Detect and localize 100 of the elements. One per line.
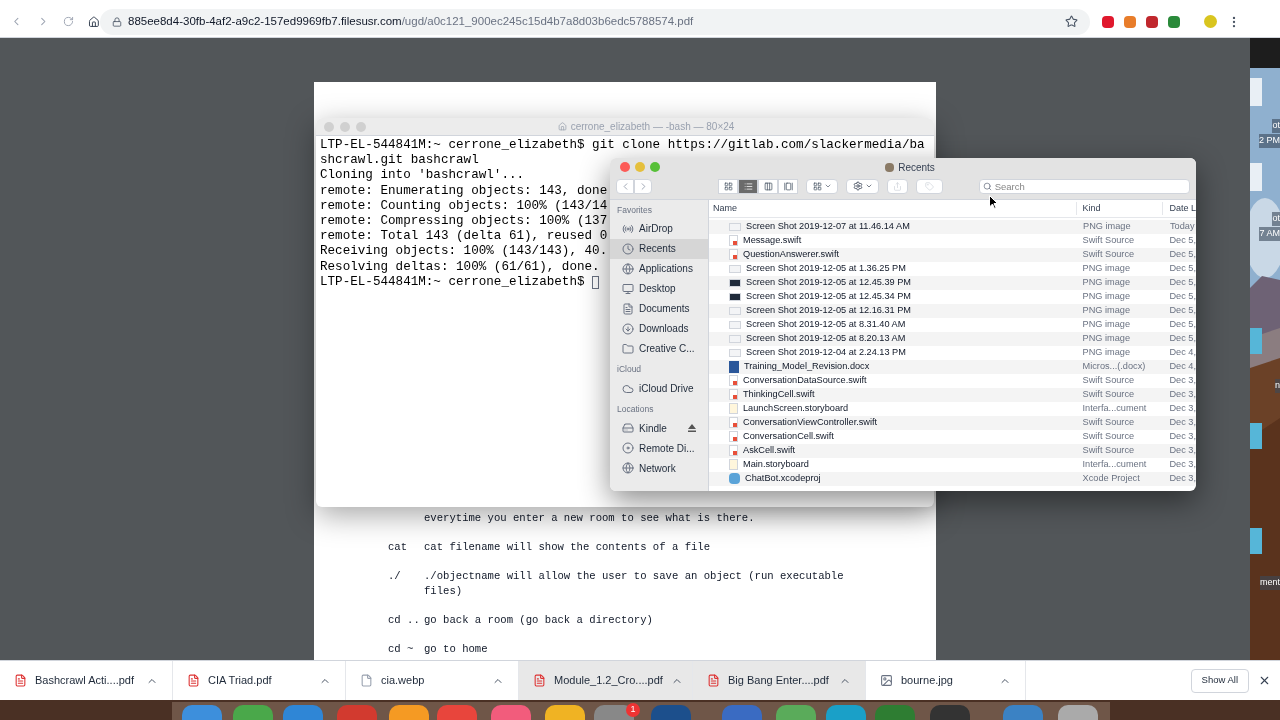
column-header[interactable]: Date L: [1163, 201, 1196, 216]
window-control[interactable]: [356, 121, 366, 132]
zoom-button[interactable]: [650, 162, 660, 172]
sidebar-item[interactable]: Network: [610, 458, 708, 479]
bookmark-star-icon[interactable]: [1065, 15, 1078, 28]
download-item[interactable]: Module_1.2_Cro....pdf: [519, 661, 693, 700]
window-title: cerrone_elizabeth — -bash — 80×24: [570, 120, 735, 134]
desktop-file-thumbnail[interactable]: [1250, 528, 1262, 554]
file-row[interactable]: ConversationViewController.swift Swift Source Dec 3,: [709, 416, 1196, 430]
url-text: 885ee8d4-30fb-4af2-a9c2-157ed9969fb7.filesusr.com/ugd/a0c121_900ec245c15d4b7a8d03b6edc5788574.pdf: [128, 13, 695, 29]
file-date: Dec 3,: [1168, 472, 1196, 486]
notification-badge: 1: [626, 703, 640, 717]
file-kind: PNG image: [1081, 276, 1132, 290]
file-name: Screen Shot 2019-12-05 at 8.20.13 AM: [746, 332, 906, 346]
group-button[interactable]: [806, 178, 839, 194]
desktop-file-thumbnail[interactable]: [1250, 163, 1262, 191]
minimize-button[interactable]: [635, 162, 645, 172]
close-button[interactable]: [620, 162, 630, 172]
file-icon: [360, 674, 373, 687]
globe-icon: [622, 462, 634, 475]
terminal-line: remote: Counting objects: 100% (143/14: [320, 198, 608, 214]
screenshot-file-icon: [729, 349, 741, 357]
column-view-button[interactable]: [758, 178, 778, 194]
folder-icon: [622, 342, 634, 355]
forward-button[interactable]: [634, 178, 652, 194]
sidebar-item[interactable]: Recents: [610, 238, 708, 259]
file-kind: PNG image: [1081, 304, 1132, 318]
sidebar-heading: iCloud: [616, 362, 643, 376]
download-name: bourne.jpg: [901, 673, 954, 689]
sidebar-item[interactable]: Remote Di...: [610, 438, 708, 459]
desktop-icon-label: ot: [1272, 119, 1280, 133]
sidebar-item[interactable]: AirDrop: [610, 218, 708, 239]
file-row[interactable]: Screen Shot 2019-12-07 at 11.46.14 AM PNG image Today: [709, 220, 1196, 234]
search-field[interactable]: Search: [978, 178, 1190, 194]
file-kind: Xcode Project: [1081, 472, 1141, 486]
address-bar[interactable]: 885ee8d4-30fb-4af2-a9c2-157ed9969fb7.filesusr.com/ugd/a0c121_900ec245c15d4b7a8d03b6edc5788574.pdf: [100, 8, 1090, 35]
terminal-line: Receiving objects: 100% (143/143), 40.: [320, 244, 608, 260]
back-button[interactable]: [616, 178, 634, 194]
file-date: Dec 3,: [1168, 388, 1196, 402]
file-row[interactable]: Screen Shot 2019-12-05 at 8.20.13 AM PNG image Dec 5,: [709, 332, 1196, 346]
window-control[interactable]: [340, 121, 350, 132]
tag-button[interactable]: [915, 178, 943, 194]
file-kind: PNG image: [1081, 318, 1132, 332]
extension-icon[interactable]: [1146, 15, 1158, 28]
eject-icon[interactable]: [688, 424, 696, 433]
close-icon[interactable]: [1258, 674, 1271, 687]
file-row[interactable]: ChatBot.xcodeproj Xcode Project Dec 3,: [709, 472, 1196, 486]
sidebar-item[interactable]: Documents: [610, 298, 708, 319]
share-icon: [892, 181, 902, 191]
desktop-file-thumbnail[interactable]: [1250, 423, 1262, 449]
file-name: Screen Shot 2019-12-05 at 1.36.25 PM: [746, 262, 906, 276]
settings-button[interactable]: [846, 178, 879, 194]
icon-view-button[interactable]: [718, 178, 738, 194]
command-name: cd ..: [388, 612, 421, 627]
extension-icon[interactable]: [1102, 15, 1114, 28]
desktop-icon-label: n: [1275, 379, 1280, 393]
sidebar-item[interactable]: Applications: [610, 258, 708, 279]
sidebar-item[interactable]: Downloads: [610, 318, 708, 339]
drive-icon: [622, 422, 634, 435]
extension-icon[interactable]: [1168, 15, 1180, 28]
file-row[interactable]: Training_Model_Revision.docx Micros...(.docx) Dec 4,: [709, 360, 1196, 374]
desktop-file-thumbnail[interactable]: [1250, 328, 1262, 354]
terminal-line: Resolving deltas: 100% (61/61), done.: [320, 259, 600, 275]
share-button[interactable]: [886, 178, 908, 194]
extension-icon[interactable]: [1124, 15, 1136, 28]
list-view-button[interactable]: [738, 178, 758, 194]
reload-icon[interactable]: [63, 15, 75, 28]
download-item[interactable]: Big Bang Enter....pdf: [693, 661, 866, 700]
screenshot-file-icon: [729, 307, 741, 315]
show-all-button[interactable]: Show All: [1190, 668, 1249, 693]
gallery-icon: [783, 181, 793, 191]
gear-icon: [852, 181, 863, 191]
window-control[interactable]: [324, 121, 334, 132]
file-name: Screen Shot 2019-12-05 at 12.45.39 PM: [746, 276, 911, 290]
file-row[interactable]: Screen Shot 2019-12-05 at 12.16.31 PM PNG image Dec 5,: [709, 304, 1196, 318]
file-row[interactable]: AskCell.swift Swift Source Dec 3,: [709, 444, 1196, 458]
command-description: go back a room (go back a directory): [424, 612, 653, 627]
list-icon: [743, 181, 753, 191]
caret-icon: [823, 182, 832, 190]
file-row[interactable]: ThinkingCell.swift Swift Source Dec 3,: [709, 388, 1196, 402]
column-header[interactable]: Kind: [1076, 201, 1164, 216]
file-row[interactable]: Screen Shot 2019-12-05 at 12.45.39 PM PNG image Dec 5,: [709, 276, 1196, 290]
download-name: cia.webp: [381, 673, 426, 689]
download-icon: [622, 322, 634, 335]
file-name: Screen Shot 2019-12-05 at 12.45.34 PM: [746, 290, 911, 304]
lock-icon: [112, 16, 122, 27]
file-name: QuestionAnswerer.swift: [743, 248, 839, 262]
sidebar-item[interactable]: Desktop: [610, 278, 708, 299]
sidebar-item[interactable]: iCloud Drive: [610, 378, 708, 399]
pdf-file-icon: [187, 674, 200, 687]
file-row[interactable]: QuestionAnswerer.swift Swift Source Dec 5,: [709, 248, 1196, 262]
file-date: Dec 3,: [1168, 430, 1196, 444]
sidebar-item[interactable]: Creative C...: [610, 338, 708, 359]
screenshot-file-icon: [729, 279, 741, 287]
storyboard-file-icon: [729, 459, 738, 471]
sidebar-item[interactable]: Kindle: [610, 418, 708, 439]
home-icon[interactable]: [88, 14, 100, 29]
desktop-file-thumbnail[interactable]: [1250, 78, 1262, 106]
gallery-view-button[interactable]: [778, 178, 798, 194]
file-name: Screen Shot 2019-12-05 at 12.16.31 PM: [746, 304, 911, 318]
